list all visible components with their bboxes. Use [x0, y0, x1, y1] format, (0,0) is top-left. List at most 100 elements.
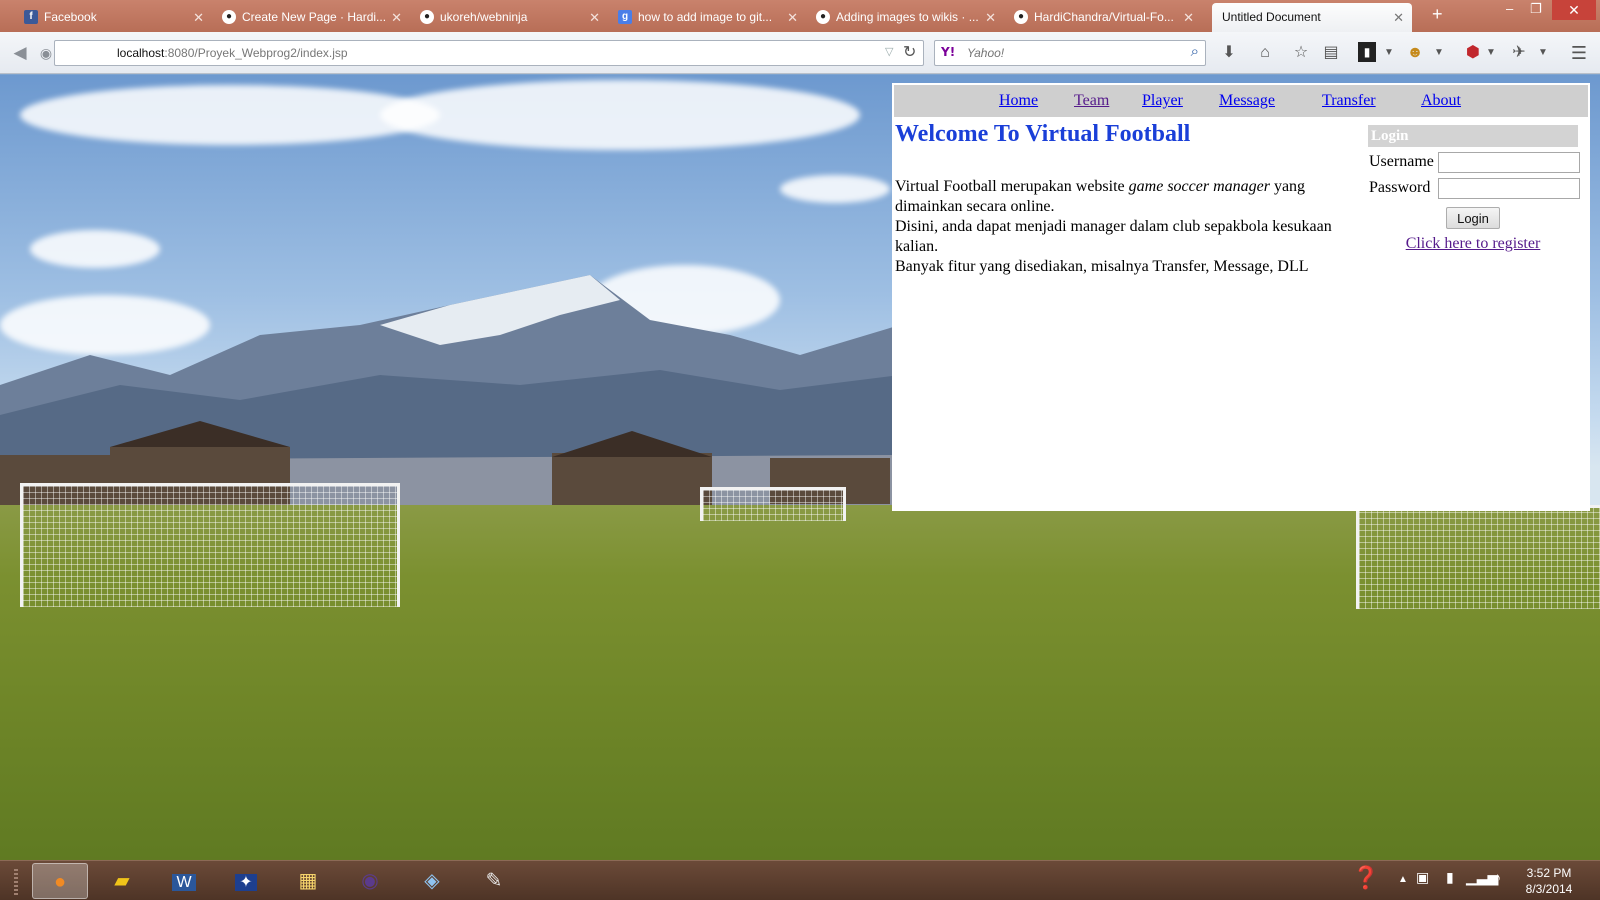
tab-title: Untitled Document	[1222, 10, 1321, 24]
os-taskbar: ● ▰ W ✦ ▦ ◉ ◈ ✎ ❓ ▲ ▣ ▮ ▁▃▅ ♪ 3:52 PM 8/…	[0, 860, 1600, 900]
login-heading: Login	[1368, 125, 1578, 147]
nav-link-message[interactable]: Message	[1219, 92, 1275, 110]
tab-title: Create New Page · Hardi...	[242, 10, 387, 24]
soccer-goal	[20, 483, 400, 607]
page-title: Welcome To Virtual Football	[895, 121, 1191, 147]
tab-create-new-page[interactable]: ● Create New Page · Hardi... ✕	[218, 3, 410, 32]
clock-date: 8/3/2014	[1525, 882, 1573, 896]
search-icon[interactable]: ⌕	[1191, 43, 1199, 60]
bookmarks-list-icon[interactable]: ▤	[1320, 42, 1342, 64]
register-link[interactable]: Click here to register	[1368, 235, 1578, 253]
clock[interactable]: 3:52 PM 8/3/2014	[1514, 865, 1584, 897]
home-icon[interactable]: ⌂	[1254, 42, 1276, 64]
chevron-down-icon[interactable]: ▼	[1428, 42, 1450, 64]
restore-icon[interactable]: ❐	[1530, 1, 1542, 17]
github-icon: ●	[222, 10, 236, 24]
tray-expand-icon[interactable]: ▲	[1398, 874, 1408, 885]
reload-icon[interactable]: ↻	[903, 42, 916, 62]
github-icon: ●	[1014, 10, 1028, 24]
tab-title: Adding images to wikis · ...	[836, 10, 979, 24]
house-roof	[552, 431, 712, 457]
search-input[interactable]	[967, 44, 1167, 62]
github-icon: ●	[816, 10, 830, 24]
close-icon[interactable]: ✕	[589, 3, 600, 32]
downloads-icon[interactable]: ⬇	[1218, 42, 1240, 64]
password-row: Password	[1368, 175, 1580, 201]
firefox-taskbar-icon[interactable]: ●	[32, 863, 88, 899]
facebook-icon: f	[24, 10, 38, 24]
cloud	[20, 85, 440, 145]
close-icon[interactable]: ✕	[391, 3, 402, 32]
nav-link-player[interactable]: Player	[1142, 92, 1183, 110]
volume-icon[interactable]: ♪	[1494, 869, 1501, 885]
intro-line2: Disini, anda dapat menjadi manager dalam…	[895, 218, 1332, 255]
house	[552, 453, 712, 505]
intro-line1-em: game soccer manager	[1128, 178, 1270, 195]
tab-adding-images[interactable]: ● Adding images to wikis · ... ✕	[812, 3, 1004, 32]
taskbar-grip[interactable]	[14, 867, 18, 895]
soccer-goal	[1356, 505, 1600, 609]
paint-taskbar-icon[interactable]: ✎	[466, 863, 522, 899]
tab-title: Facebook	[44, 10, 97, 24]
chevron-down-icon[interactable]: ▼	[1480, 42, 1502, 64]
login-button[interactable]: Login	[1446, 207, 1500, 229]
tab-strip: f Facebook ✕ ● Create New Page · Hardi..…	[0, 0, 1600, 32]
word-taskbar-icon[interactable]: W	[156, 863, 212, 899]
password-label: Password	[1369, 179, 1431, 196]
house-roof	[110, 421, 290, 447]
minimize-icon[interactable]: –	[1506, 1, 1513, 16]
tab-google-search[interactable]: g how to add image to git... ✕	[614, 3, 806, 32]
chevron-down-icon[interactable]: ▼	[1378, 42, 1400, 64]
chat-taskbar-icon[interactable]: ◉	[342, 863, 398, 899]
cloud	[780, 175, 890, 203]
nav-link-about[interactable]: About	[1421, 92, 1461, 110]
search-bar[interactable]: Y! ⌕	[934, 40, 1206, 66]
tab-facebook[interactable]: f Facebook ✕	[20, 3, 212, 32]
content-panel: Home Team Player Message Transfer About …	[892, 83, 1590, 511]
menu-icon[interactable]: ☰	[1568, 42, 1590, 64]
app-taskbar-icon[interactable]: ✦	[218, 863, 274, 899]
password-field[interactable]	[1438, 178, 1580, 199]
url-text: localhost:8080/Proyek_Webprog2/index.jsp	[117, 46, 348, 60]
back-icon[interactable]: ◀	[8, 41, 32, 65]
close-icon[interactable]: ✕	[985, 3, 996, 32]
tab-webninja[interactable]: ● ukoreh/webninja ✕	[416, 3, 608, 32]
tray-app-icon[interactable]: ▣	[1416, 869, 1429, 886]
username-field[interactable]	[1438, 152, 1580, 173]
intro-text: Virtual Football merupakan website game …	[895, 177, 1345, 277]
new-tab-icon[interactable]: +	[1432, 4, 1443, 25]
clock-time: 3:52 PM	[1526, 866, 1572, 880]
tab-untitled-document[interactable]: Untitled Document ✕	[1212, 3, 1412, 32]
nav-link-team[interactable]: Team	[1074, 92, 1109, 110]
nav-link-transfer[interactable]: Transfer	[1322, 92, 1376, 110]
yahoo-icon[interactable]: Y!	[941, 45, 955, 59]
close-icon[interactable]: ✕	[1393, 3, 1404, 32]
nav-link-home[interactable]: Home	[999, 92, 1038, 110]
chevron-down-icon[interactable]: ▼	[1532, 42, 1554, 64]
extension-icon[interactable]: ▮	[1358, 42, 1376, 62]
goal-net	[1359, 508, 1600, 609]
url-history-dropdown-icon[interactable]: ▽	[885, 45, 893, 58]
explorer-taskbar-icon[interactable]: ▦	[280, 863, 336, 899]
goal-net	[23, 486, 397, 607]
login-box: Login Username Password Login Click here…	[1368, 125, 1580, 253]
address-bar[interactable]: localhost:8080/Proyek_Webprog2/index.jsp…	[54, 40, 924, 66]
url-path: :8080/Proyek_Webprog2/index.jsp	[164, 46, 348, 60]
window-close-button[interactable]: ✕	[1552, 0, 1596, 20]
bookmark-star-icon[interactable]: ☆	[1290, 42, 1312, 64]
close-icon[interactable]: ✕	[1183, 3, 1194, 32]
page-viewport: Home Team Player Message Transfer About …	[0, 75, 1600, 860]
tab-title: ukoreh/webninja	[440, 10, 528, 24]
virtualbox-taskbar-icon[interactable]: ◈	[404, 863, 460, 899]
tab-virtual-football-repo[interactable]: ● HardiChandra/Virtual-Fo... ✕	[1010, 3, 1202, 32]
addon-icon[interactable]: ✈	[1508, 42, 1530, 64]
navigation-toolbar: ◀ ◉ localhost:8080/Proyek_Webprog2/index…	[0, 32, 1600, 74]
google-icon: g	[618, 10, 632, 24]
battery-icon[interactable]: ▮	[1446, 869, 1454, 886]
help-icon[interactable]: ❓	[1352, 865, 1379, 891]
cloud	[30, 230, 160, 268]
greasemonkey-icon[interactable]: ☻	[1404, 42, 1426, 64]
close-icon[interactable]: ✕	[193, 3, 204, 32]
file-manager-taskbar-icon[interactable]: ▰	[94, 863, 150, 899]
close-icon[interactable]: ✕	[787, 3, 798, 32]
